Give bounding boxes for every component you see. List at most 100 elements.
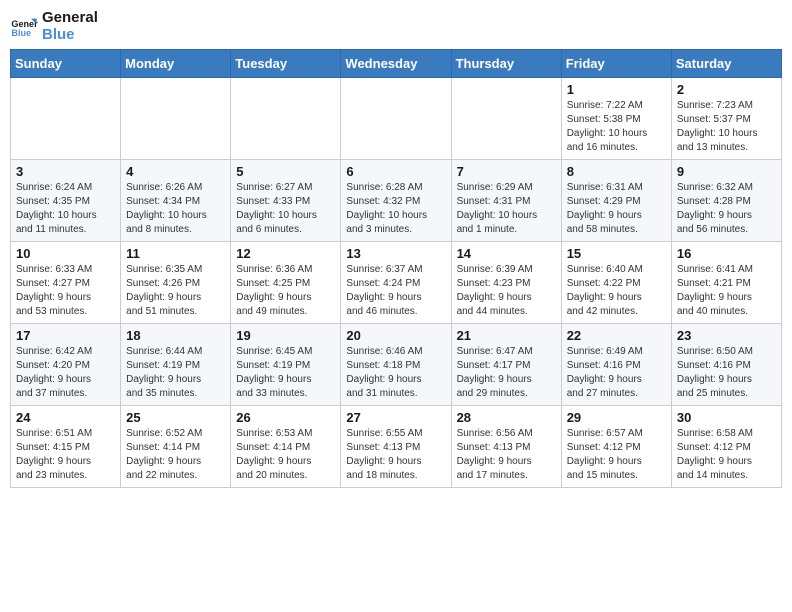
day-info: Sunrise: 6:42 AM Sunset: 4:20 PM Dayligh… <box>16 345 115 401</box>
weekday-header-friday: Friday <box>561 50 671 78</box>
calendar-cell: 27 Sunrise: 6:55 AM Sunset: 4:13 PM Dayli… <box>341 406 451 488</box>
day-info: Sunrise: 6:37 AM Sunset: 4:24 PM Dayligh… <box>346 263 445 319</box>
calendar-cell: 20 Sunrise: 6:46 AM Sunset: 4:18 PM Dayli… <box>341 324 451 406</box>
week-row-4: 24 Sunrise: 6:51 AM Sunset: 4:15 PM Dayli… <box>11 406 782 488</box>
calendar-cell: 29 Sunrise: 6:57 AM Sunset: 4:12 PM Dayli… <box>561 406 671 488</box>
svg-text:Blue: Blue <box>11 28 31 38</box>
day-number: 23 <box>677 328 776 343</box>
calendar-cell: 3 Sunrise: 6:24 AM Sunset: 4:35 PM Daylig… <box>11 160 121 242</box>
calendar-cell: 6 Sunrise: 6:28 AM Sunset: 4:32 PM Daylig… <box>341 160 451 242</box>
logo: General Blue General Blue <box>10 10 98 43</box>
day-number: 8 <box>567 164 666 179</box>
day-info: Sunrise: 6:33 AM Sunset: 4:27 PM Dayligh… <box>16 263 115 319</box>
day-number: 19 <box>236 328 335 343</box>
day-info: Sunrise: 6:31 AM Sunset: 4:29 PM Dayligh… <box>567 181 666 237</box>
weekday-header-wednesday: Wednesday <box>341 50 451 78</box>
day-info: Sunrise: 7:22 AM Sunset: 5:38 PM Dayligh… <box>567 99 666 155</box>
day-number: 22 <box>567 328 666 343</box>
day-info: Sunrise: 6:49 AM Sunset: 4:16 PM Dayligh… <box>567 345 666 401</box>
day-number: 2 <box>677 82 776 97</box>
calendar-cell: 5 Sunrise: 6:27 AM Sunset: 4:33 PM Daylig… <box>231 160 341 242</box>
day-number: 14 <box>457 246 556 261</box>
day-number: 9 <box>677 164 776 179</box>
calendar-cell: 14Sunrise: 6:39 AM Sunset: 4:23 PM Dayli… <box>451 242 561 324</box>
calendar-cell <box>231 78 341 160</box>
week-row-3: 17Sunrise: 6:42 AM Sunset: 4:20 PM Dayli… <box>11 324 782 406</box>
day-info: Sunrise: 6:41 AM Sunset: 4:21 PM Dayligh… <box>677 263 776 319</box>
calendar-cell <box>341 78 451 160</box>
day-info: Sunrise: 6:24 AM Sunset: 4:35 PM Dayligh… <box>16 181 115 237</box>
day-info: Sunrise: 6:56 AM Sunset: 4:13 PM Dayligh… <box>457 427 556 483</box>
calendar-cell: 30 Sunrise: 6:58 AM Sunset: 4:12 PM Dayli… <box>671 406 781 488</box>
calendar-cell: 16 Sunrise: 6:41 AM Sunset: 4:21 PM Dayli… <box>671 242 781 324</box>
day-info: Sunrise: 6:27 AM Sunset: 4:33 PM Dayligh… <box>236 181 335 237</box>
day-number: 24 <box>16 410 115 425</box>
logo-icon: General Blue <box>10 13 38 41</box>
day-number: 20 <box>346 328 445 343</box>
day-number: 27 <box>346 410 445 425</box>
day-number: 21 <box>457 328 556 343</box>
week-row-0: 1 Sunrise: 7:22 AM Sunset: 5:38 PM Daylig… <box>11 78 782 160</box>
calendar-cell: 17Sunrise: 6:42 AM Sunset: 4:20 PM Dayli… <box>11 324 121 406</box>
calendar-table: SundayMondayTuesdayWednesdayThursdayFrid… <box>10 49 782 488</box>
week-row-2: 10 Sunrise: 6:33 AM Sunset: 4:27 PM Dayli… <box>11 242 782 324</box>
calendar-cell: 10 Sunrise: 6:33 AM Sunset: 4:27 PM Dayli… <box>11 242 121 324</box>
day-info: Sunrise: 6:36 AM Sunset: 4:25 PM Dayligh… <box>236 263 335 319</box>
day-number: 30 <box>677 410 776 425</box>
calendar-cell: 7Sunrise: 6:29 AM Sunset: 4:31 PM Daylig… <box>451 160 561 242</box>
weekday-header-sunday: Sunday <box>11 50 121 78</box>
day-info: Sunrise: 7:23 AM Sunset: 5:37 PM Dayligh… <box>677 99 776 155</box>
day-number: 26 <box>236 410 335 425</box>
day-info: Sunrise: 6:58 AM Sunset: 4:12 PM Dayligh… <box>677 427 776 483</box>
day-number: 10 <box>16 246 115 261</box>
calendar-cell: 1 Sunrise: 7:22 AM Sunset: 5:38 PM Daylig… <box>561 78 671 160</box>
week-row-1: 3 Sunrise: 6:24 AM Sunset: 4:35 PM Daylig… <box>11 160 782 242</box>
day-info: Sunrise: 6:35 AM Sunset: 4:26 PM Dayligh… <box>126 263 225 319</box>
weekday-header-saturday: Saturday <box>671 50 781 78</box>
day-info: Sunrise: 6:26 AM Sunset: 4:34 PM Dayligh… <box>126 181 225 237</box>
calendar-cell: 21 Sunrise: 6:47 AM Sunset: 4:17 PM Dayli… <box>451 324 561 406</box>
calendar-cell: 11Sunrise: 6:35 AM Sunset: 4:26 PM Dayli… <box>121 242 231 324</box>
day-info: Sunrise: 6:32 AM Sunset: 4:28 PM Dayligh… <box>677 181 776 237</box>
day-number: 5 <box>236 164 335 179</box>
day-info: Sunrise: 6:55 AM Sunset: 4:13 PM Dayligh… <box>346 427 445 483</box>
day-number: 15 <box>567 246 666 261</box>
day-info: Sunrise: 6:28 AM Sunset: 4:32 PM Dayligh… <box>346 181 445 237</box>
weekday-header-row: SundayMondayTuesdayWednesdayThursdayFrid… <box>11 50 782 78</box>
day-info: Sunrise: 6:45 AM Sunset: 4:19 PM Dayligh… <box>236 345 335 401</box>
calendar-cell: 15Sunrise: 6:40 AM Sunset: 4:22 PM Dayli… <box>561 242 671 324</box>
calendar-cell: 26Sunrise: 6:53 AM Sunset: 4:14 PM Dayli… <box>231 406 341 488</box>
calendar-cell <box>121 78 231 160</box>
calendar-cell: 28 Sunrise: 6:56 AM Sunset: 4:13 PM Dayli… <box>451 406 561 488</box>
day-number: 6 <box>346 164 445 179</box>
weekday-header-tuesday: Tuesday <box>231 50 341 78</box>
day-info: Sunrise: 6:50 AM Sunset: 4:16 PM Dayligh… <box>677 345 776 401</box>
calendar-cell: 19 Sunrise: 6:45 AM Sunset: 4:19 PM Dayli… <box>231 324 341 406</box>
day-number: 29 <box>567 410 666 425</box>
day-number: 28 <box>457 410 556 425</box>
day-info: Sunrise: 6:47 AM Sunset: 4:17 PM Dayligh… <box>457 345 556 401</box>
calendar-cell: 12 Sunrise: 6:36 AM Sunset: 4:25 PM Dayli… <box>231 242 341 324</box>
calendar-cell: 24 Sunrise: 6:51 AM Sunset: 4:15 PM Dayli… <box>11 406 121 488</box>
page-header: General Blue General Blue <box>10 10 782 43</box>
day-number: 3 <box>16 164 115 179</box>
calendar-cell: 25 Sunrise: 6:52 AM Sunset: 4:14 PM Dayli… <box>121 406 231 488</box>
calendar-cell <box>451 78 561 160</box>
calendar-cell: 23 Sunrise: 6:50 AM Sunset: 4:16 PM Dayli… <box>671 324 781 406</box>
day-number: 25 <box>126 410 225 425</box>
calendar-cell: 4Sunrise: 6:26 AM Sunset: 4:34 PM Daylig… <box>121 160 231 242</box>
day-info: Sunrise: 6:57 AM Sunset: 4:12 PM Dayligh… <box>567 427 666 483</box>
weekday-header-monday: Monday <box>121 50 231 78</box>
calendar-cell: 9 Sunrise: 6:32 AM Sunset: 4:28 PM Daylig… <box>671 160 781 242</box>
day-number: 13 <box>346 246 445 261</box>
day-info: Sunrise: 6:52 AM Sunset: 4:14 PM Dayligh… <box>126 427 225 483</box>
day-info: Sunrise: 6:51 AM Sunset: 4:15 PM Dayligh… <box>16 427 115 483</box>
day-number: 7 <box>457 164 556 179</box>
calendar-cell: 8 Sunrise: 6:31 AM Sunset: 4:29 PM Daylig… <box>561 160 671 242</box>
day-number: 16 <box>677 246 776 261</box>
logo-text-blue: Blue <box>42 27 98 44</box>
day-info: Sunrise: 6:46 AM Sunset: 4:18 PM Dayligh… <box>346 345 445 401</box>
logo-text-general: General <box>42 10 98 27</box>
day-number: 1 <box>567 82 666 97</box>
day-number: 12 <box>236 246 335 261</box>
